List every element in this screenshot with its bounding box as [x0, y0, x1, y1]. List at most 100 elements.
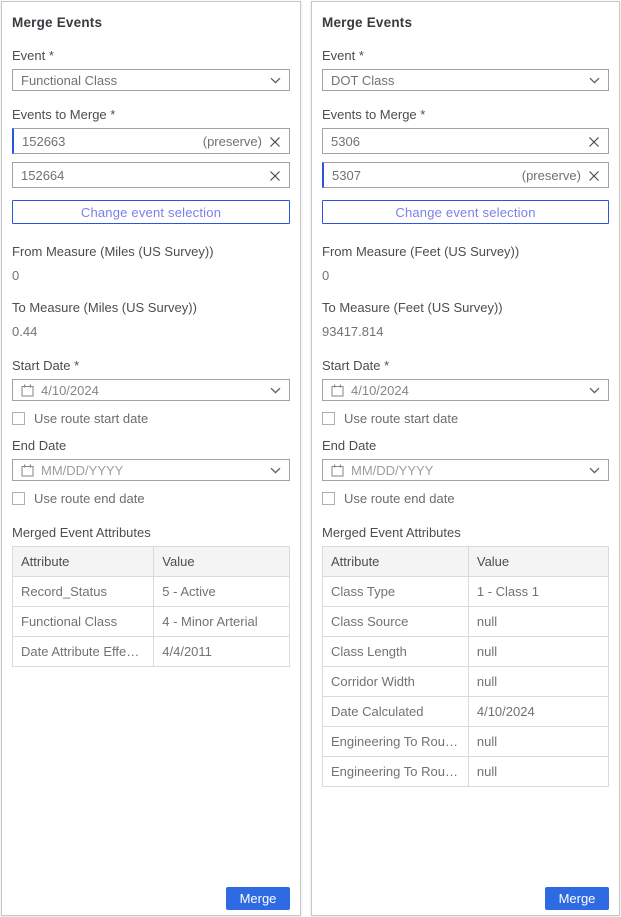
attribute-value-cell: null	[468, 727, 608, 757]
use-route-start-date-row: Use route start date	[322, 411, 609, 426]
use-route-start-date-checkbox[interactable]	[322, 412, 335, 425]
attribute-name-cell: Class Type	[323, 577, 469, 607]
merge-button[interactable]: Merge	[545, 887, 609, 910]
panel-title: Merge Events	[322, 15, 609, 30]
table-row: Class Source null	[323, 607, 609, 637]
event-id-value: 152663	[22, 134, 203, 149]
preserve-badge: (preserve)	[522, 168, 581, 183]
table-row: Functional Class 4 - Minor Arterial	[13, 607, 290, 637]
event-id-value: 5306	[331, 134, 581, 149]
merged-attributes-label: Merged Event Attributes	[322, 525, 609, 540]
from-measure-value: 0	[12, 268, 290, 283]
to-measure-value: 0.44	[12, 324, 290, 339]
calendar-icon	[21, 384, 34, 397]
start-date-label: Start Date *	[322, 358, 609, 373]
attribute-value-cell: null	[468, 637, 608, 667]
attribute-name-cell: Record_Status	[13, 577, 154, 607]
chevron-down-icon	[589, 467, 600, 474]
event-select[interactable]: DOT Class	[322, 69, 609, 91]
end-date-picker[interactable]: MM/DD/YYYY	[12, 459, 290, 481]
use-route-end-date-row: Use route end date	[12, 491, 290, 506]
clear-icon[interactable]	[269, 168, 281, 182]
clear-icon[interactable]	[588, 134, 600, 148]
merge-button[interactable]: Merge	[226, 887, 290, 910]
merge-events-panel-left: Merge Events Event * Functional Class Ev…	[1, 1, 301, 916]
attribute-value-cell: 5 - Active	[154, 577, 290, 607]
events-to-merge-label: Events to Merge *	[12, 107, 290, 122]
event-label: Event *	[12, 48, 290, 63]
event-to-merge-input[interactable]: 5306	[322, 128, 609, 154]
attribute-name-cell: Class Length	[323, 637, 469, 667]
column-header-value: Value	[468, 547, 608, 577]
attribute-value-cell: null	[468, 667, 608, 697]
start-date-picker[interactable]: 4/10/2024	[12, 379, 290, 401]
end-date-label: End Date	[12, 438, 290, 453]
column-header-value: Value	[154, 547, 290, 577]
use-route-start-date-checkbox[interactable]	[12, 412, 25, 425]
chevron-down-icon	[270, 467, 281, 474]
calendar-icon	[331, 464, 344, 477]
to-measure-label: To Measure (Miles (US Survey))	[12, 300, 290, 315]
chevron-down-icon	[270, 77, 281, 84]
attribute-name-cell: Date Calculated	[323, 697, 469, 727]
attribute-value-cell: 4 - Minor Arterial	[154, 607, 290, 637]
clear-icon[interactable]	[588, 168, 600, 182]
event-select-value: DOT Class	[331, 73, 589, 88]
start-date-value: 4/10/2024	[351, 383, 582, 398]
end-date-label: End Date	[322, 438, 609, 453]
panel-title: Merge Events	[12, 15, 290, 30]
from-measure-value: 0	[322, 268, 609, 283]
to-measure-label: To Measure (Feet (US Survey))	[322, 300, 609, 315]
use-route-end-date-checkbox[interactable]	[12, 492, 25, 505]
use-route-start-date-label: Use route start date	[344, 411, 458, 426]
event-id-value: 5307	[332, 168, 522, 183]
end-date-picker[interactable]: MM/DD/YYYY	[322, 459, 609, 481]
from-measure-label: From Measure (Miles (US Survey))	[12, 244, 290, 259]
table-row: Corridor Width null	[323, 667, 609, 697]
attribute-name-cell: Engineering To RouteID	[323, 727, 469, 757]
change-event-selection-button[interactable]: Change event selection	[12, 200, 290, 224]
table-row: Date Calculated 4/10/2024	[323, 697, 609, 727]
from-measure-label: From Measure (Feet (US Survey))	[322, 244, 609, 259]
merge-events-workspace: Merge Events Event * Functional Class Ev…	[0, 0, 621, 917]
clear-icon[interactable]	[269, 134, 281, 148]
attribute-name-cell: Corridor Width	[323, 667, 469, 697]
column-header-attribute: Attribute	[13, 547, 154, 577]
events-to-merge-list: 152663 (preserve) 152664	[12, 128, 290, 188]
event-select[interactable]: Functional Class	[12, 69, 290, 91]
attribute-name-cell: Class Source	[323, 607, 469, 637]
event-to-merge-input[interactable]: 152663 (preserve)	[12, 128, 290, 154]
use-route-start-date-row: Use route start date	[12, 411, 290, 426]
use-route-end-date-checkbox[interactable]	[322, 492, 335, 505]
table-header-row: Attribute Value	[323, 547, 609, 577]
use-route-end-date-row: Use route end date	[322, 491, 609, 506]
merge-events-panel-right: Merge Events Event * DOT Class Events to…	[311, 1, 620, 916]
start-date-label: Start Date *	[12, 358, 290, 373]
table-row: Engineering To Route ... null	[323, 757, 609, 787]
start-date-picker[interactable]: 4/10/2024	[322, 379, 609, 401]
events-to-merge-list: 5306 5307 (preserve)	[322, 128, 609, 188]
table-header-row: Attribute Value	[13, 547, 290, 577]
calendar-icon	[21, 464, 34, 477]
use-route-start-date-label: Use route start date	[34, 411, 148, 426]
attribute-value-cell: 1 - Class 1	[468, 577, 608, 607]
merged-attributes-table: Attribute Value Class Type 1 - Class 1 C…	[322, 546, 609, 787]
merged-attributes-label: Merged Event Attributes	[12, 525, 290, 540]
change-event-selection-button[interactable]: Change event selection	[322, 200, 609, 224]
to-measure-value: 93417.814	[322, 324, 609, 339]
calendar-icon	[331, 384, 344, 397]
use-route-end-date-label: Use route end date	[344, 491, 455, 506]
preserve-badge: (preserve)	[203, 134, 262, 149]
table-row: Engineering To RouteID null	[323, 727, 609, 757]
table-row: Class Length null	[323, 637, 609, 667]
table-row: Record_Status 5 - Active	[13, 577, 290, 607]
merged-attributes-table: Attribute Value Record_Status 5 - Active…	[12, 546, 290, 667]
table-row: Date Attribute Effective 4/4/2011	[13, 637, 290, 667]
attribute-name-cell: Functional Class	[13, 607, 154, 637]
event-to-merge-input[interactable]: 152664	[12, 162, 290, 188]
event-select-value: Functional Class	[21, 73, 270, 88]
chevron-down-icon	[270, 387, 281, 394]
event-label: Event *	[322, 48, 609, 63]
event-to-merge-input[interactable]: 5307 (preserve)	[322, 162, 609, 188]
attribute-value-cell: null	[468, 757, 608, 787]
